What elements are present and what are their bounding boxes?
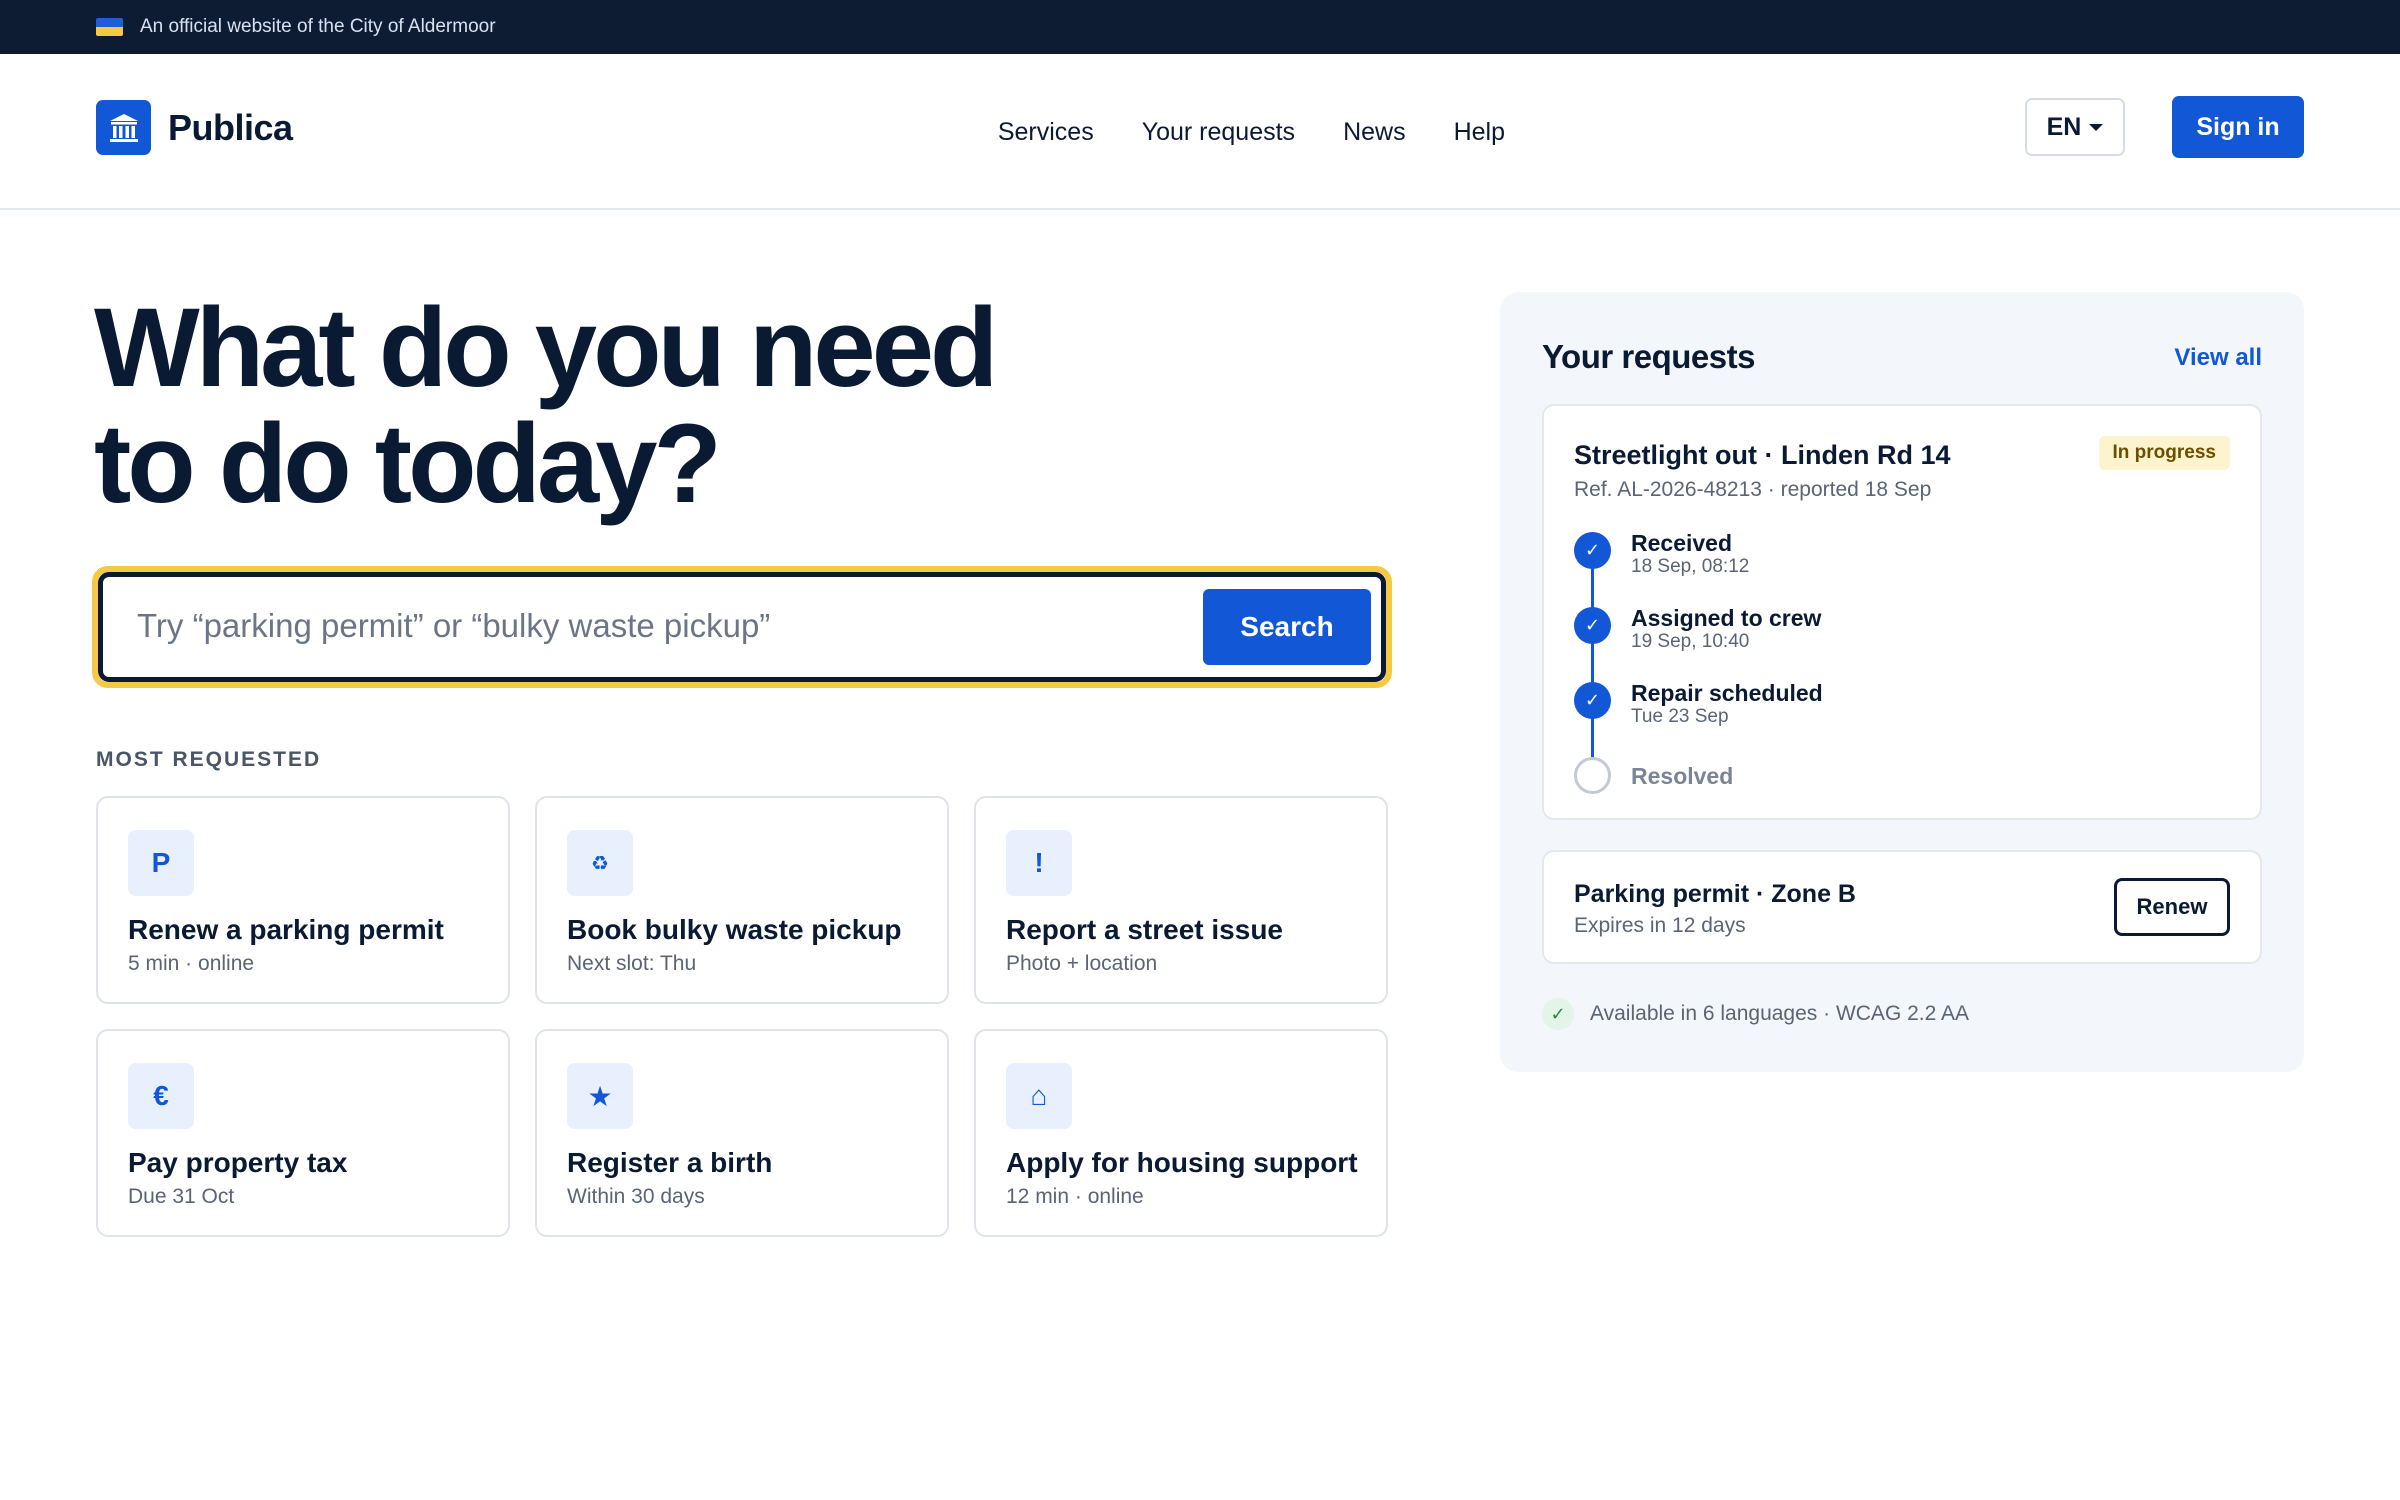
nav-news[interactable]: News	[1343, 118, 1406, 147]
check-icon: ✓	[1574, 532, 1611, 569]
timeline-step-label: Assigned to crew	[1631, 605, 1822, 631]
nav-help[interactable]: Help	[1454, 118, 1505, 147]
timeline-step-label: Repair scheduled	[1631, 680, 1823, 706]
gov-banner: An official website of the City of Alder…	[0, 0, 2400, 54]
site-header: Publica Services Your requests News Help…	[0, 54, 2400, 210]
service-card-title: Pay property tax	[128, 1147, 348, 1178]
service-card-title: Book bulky waste pickup	[567, 914, 902, 945]
renew-button[interactable]: Renew	[2114, 878, 2230, 936]
city-hall-icon	[96, 100, 151, 155]
search-focus-ring: Search	[92, 566, 1392, 688]
search-box: Search	[98, 572, 1386, 682]
availability-note: ✓ Available in 6 languages · WCAG 2.2 AA	[1542, 998, 1969, 1030]
request-card[interactable]: Streetlight out · Linden Rd 14 Ref. AL-2…	[1542, 404, 2262, 820]
language-selector[interactable]: EN	[2025, 98, 2125, 156]
pending-circle-icon	[1574, 757, 1611, 794]
service-card-subtitle: 5 min · online	[128, 952, 255, 975]
star-icon: ★	[567, 1063, 633, 1129]
timeline-step-scheduled: ✓ Repair scheduled Tue 23 Sep	[1574, 680, 2174, 752]
timeline-step-time: 18 Sep, 08:12	[1631, 556, 1750, 577]
service-card-bulky-waste[interactable]: ♻ Book bulky waste pickup Next slot: Thu	[535, 796, 949, 1004]
hero-title: What do you need to do today?	[94, 290, 1094, 522]
request-title: Streetlight out · Linden Rd 14	[1574, 440, 1951, 470]
service-card-housing-support[interactable]: ⌂ Apply for housing support 12 min · onl…	[974, 1029, 1388, 1237]
permit-title: Parking permit · Zone B	[1574, 880, 1856, 908]
alert-icon: !	[1006, 830, 1072, 896]
flag-icon	[96, 18, 123, 36]
availability-text: Available in 6 languages · WCAG 2.2 AA	[1590, 1002, 1969, 1025]
language-label: EN	[2046, 112, 2082, 141]
service-card-subtitle: Next slot: Thu	[567, 952, 697, 975]
timeline-step-received: ✓ Received 18 Sep, 08:12	[1574, 530, 2174, 602]
check-circle-icon: ✓	[1542, 998, 1574, 1030]
service-card-parking[interactable]: P Renew a parking permit 5 min · online	[96, 796, 510, 1004]
hero-title-line-1: What do you need	[94, 285, 998, 410]
recycle-icon: ♻	[567, 830, 633, 896]
brand-name: Publica	[168, 106, 293, 148]
view-all-link[interactable]: View all	[2174, 344, 2262, 372]
request-timeline: ✓ Received 18 Sep, 08:12 ✓ Assigned to c…	[1574, 530, 2214, 802]
permit-expiry: Expires in 12 days	[1574, 914, 1746, 937]
requests-panel: Your requests View all Streetlight out ·…	[1500, 292, 2304, 1072]
home-icon: ⌂	[1006, 1063, 1072, 1129]
hero-title-line-2: to do today?	[94, 401, 722, 526]
service-card-register-birth[interactable]: ★ Register a birth Within 30 days	[535, 1029, 949, 1237]
service-card-subtitle: Due 31 Oct	[128, 1185, 235, 1208]
timeline-step-time: 19 Sep, 10:40	[1631, 631, 1750, 652]
service-card-property-tax[interactable]: € Pay property tax Due 31 Oct	[96, 1029, 510, 1237]
status-badge: In progress	[2098, 436, 2230, 470]
service-card-title: Apply for housing support	[1006, 1147, 1358, 1178]
service-card-subtitle: Within 30 days	[567, 1185, 705, 1208]
most-requested-label: MOST REQUESTED	[96, 748, 322, 771]
service-card-subtitle: 12 min · online	[1006, 1185, 1144, 1208]
request-reference: Ref. AL-2026-48213 · reported 18 Sep	[1574, 478, 1932, 501]
gov-banner-text: An official website of the City of Alder…	[140, 16, 496, 37]
timeline-step-resolved: Resolved	[1574, 757, 2174, 827]
logo[interactable]: Publica	[96, 100, 293, 155]
requests-panel-title: Your requests	[1542, 338, 1755, 375]
service-card-street-issue[interactable]: ! Report a street issue Photo + location	[974, 796, 1388, 1004]
check-icon: ✓	[1574, 682, 1611, 719]
search-button[interactable]: Search	[1203, 589, 1371, 665]
permit-card: Parking permit · Zone B Expires in 12 da…	[1542, 850, 2262, 964]
service-card-title: Register a birth	[567, 1147, 773, 1178]
timeline-step-label: Resolved	[1631, 763, 1734, 789]
service-card-subtitle: Photo + location	[1006, 952, 1158, 975]
timeline-step-assigned: ✓ Assigned to crew 19 Sep, 10:40	[1574, 605, 2174, 677]
euro-icon: €	[128, 1063, 194, 1129]
parking-icon: P	[128, 830, 194, 896]
search-input[interactable]	[137, 595, 1137, 657]
timeline-step-label: Received	[1631, 530, 1733, 556]
main-nav: Services Your requests News Help	[950, 54, 1505, 210]
nav-services[interactable]: Services	[998, 118, 1094, 147]
check-icon: ✓	[1574, 607, 1611, 644]
chevron-down-icon	[2089, 123, 2104, 131]
timeline-step-time: Tue 23 Sep	[1631, 706, 1729, 727]
nav-your-requests[interactable]: Your requests	[1142, 118, 1295, 147]
service-card-title: Renew a parking permit	[128, 914, 444, 945]
service-card-title: Report a street issue	[1006, 914, 1283, 945]
sign-in-button[interactable]: Sign in	[2172, 96, 2304, 158]
